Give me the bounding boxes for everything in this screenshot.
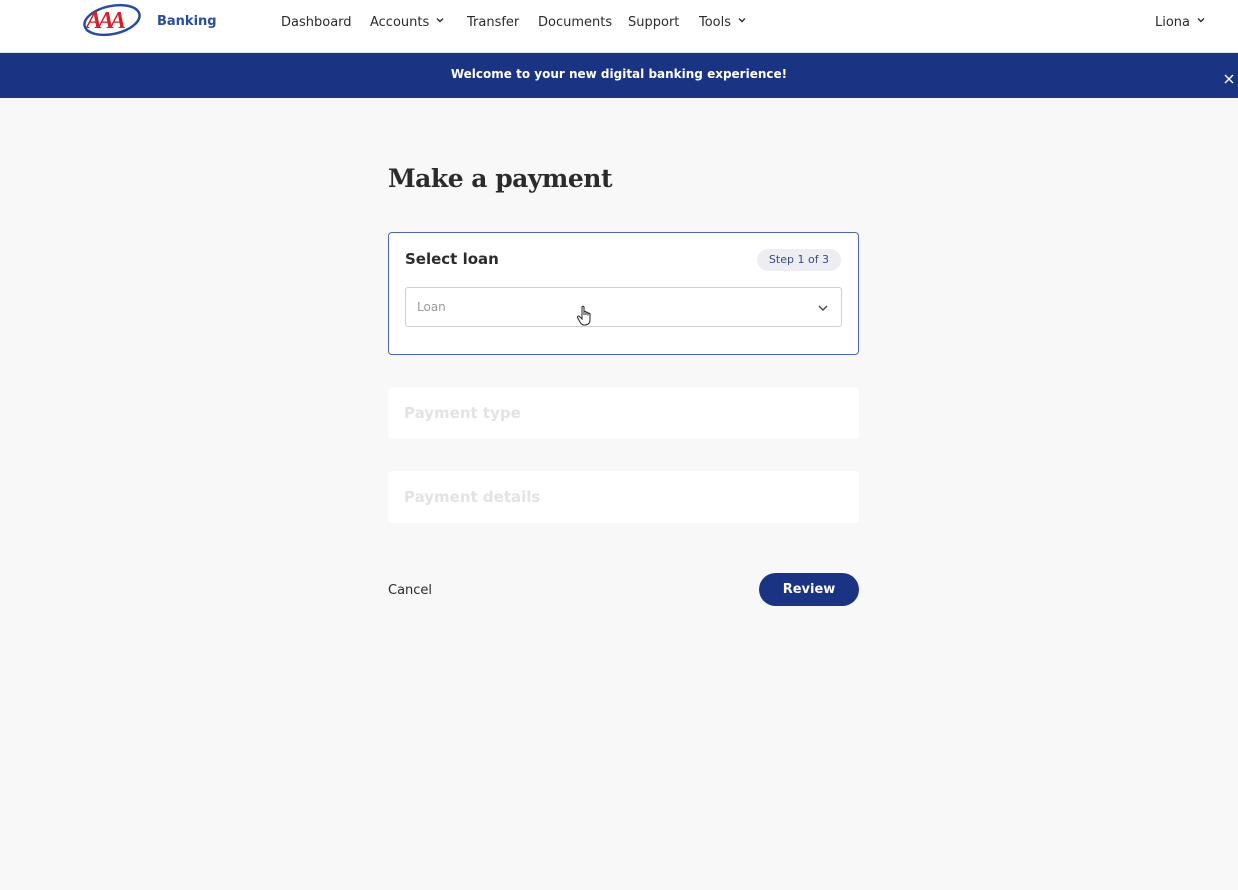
chevron-down-icon (436, 18, 444, 23)
nav-support-label: Support (628, 15, 680, 30)
page-title: Make a payment (388, 164, 613, 193)
svg-text:AAA: AAA (84, 8, 126, 34)
nav-dashboard-label: Dashboard (281, 15, 352, 30)
step-title: Select loan (405, 250, 499, 268)
nav-tools[interactable]: Tools (699, 15, 747, 30)
user-menu[interactable]: Liona (1155, 15, 1206, 30)
chevron-down-icon (818, 305, 828, 311)
loan-select[interactable]: Loan (405, 287, 842, 327)
review-button[interactable]: Review (759, 573, 859, 606)
chevron-down-icon (1197, 18, 1205, 23)
user-name: Liona (1154, 15, 1190, 30)
nav-dashboard[interactable]: Dashboard (281, 15, 352, 30)
chevron-down-icon (738, 18, 746, 23)
close-icon[interactable] (1222, 72, 1236, 86)
aaa-logo[interactable]: AAA (82, 3, 148, 43)
nav-documents[interactable]: Documents (538, 15, 612, 30)
nav-transfer-label: Transfer (467, 15, 520, 30)
step-title: Payment type (404, 404, 521, 422)
nav-accounts-label: Accounts (370, 15, 430, 30)
hand-cursor-icon (576, 305, 591, 326)
brand-name[interactable]: Banking (157, 14, 217, 29)
nav-tools-label: Tools (699, 15, 732, 30)
step-card-payment-details: Payment details (388, 471, 859, 523)
nav-support[interactable]: Support (628, 15, 679, 30)
step-title: Payment details (404, 488, 541, 506)
banner-message: Welcome to your new digital banking expe… (450, 67, 788, 81)
nav-documents-label: Documents (538, 15, 613, 30)
step-card-payment-type: Payment type (388, 387, 859, 439)
top-navigation: AAA Banking Dashboard Accounts Transfer … (0, 0, 1238, 53)
cancel-button[interactable]: Cancel (388, 583, 432, 598)
step-card-select-loan: Select loan Step 1 of 3 Loan (388, 232, 859, 355)
welcome-banner: Welcome to your new digital banking expe… (0, 53, 1238, 98)
nav-accounts[interactable]: Accounts (370, 15, 445, 30)
nav-transfer[interactable]: Transfer (467, 15, 519, 30)
loan-select-placeholder: Loan (417, 300, 446, 314)
step-badge: Step 1 of 3 (757, 249, 841, 271)
